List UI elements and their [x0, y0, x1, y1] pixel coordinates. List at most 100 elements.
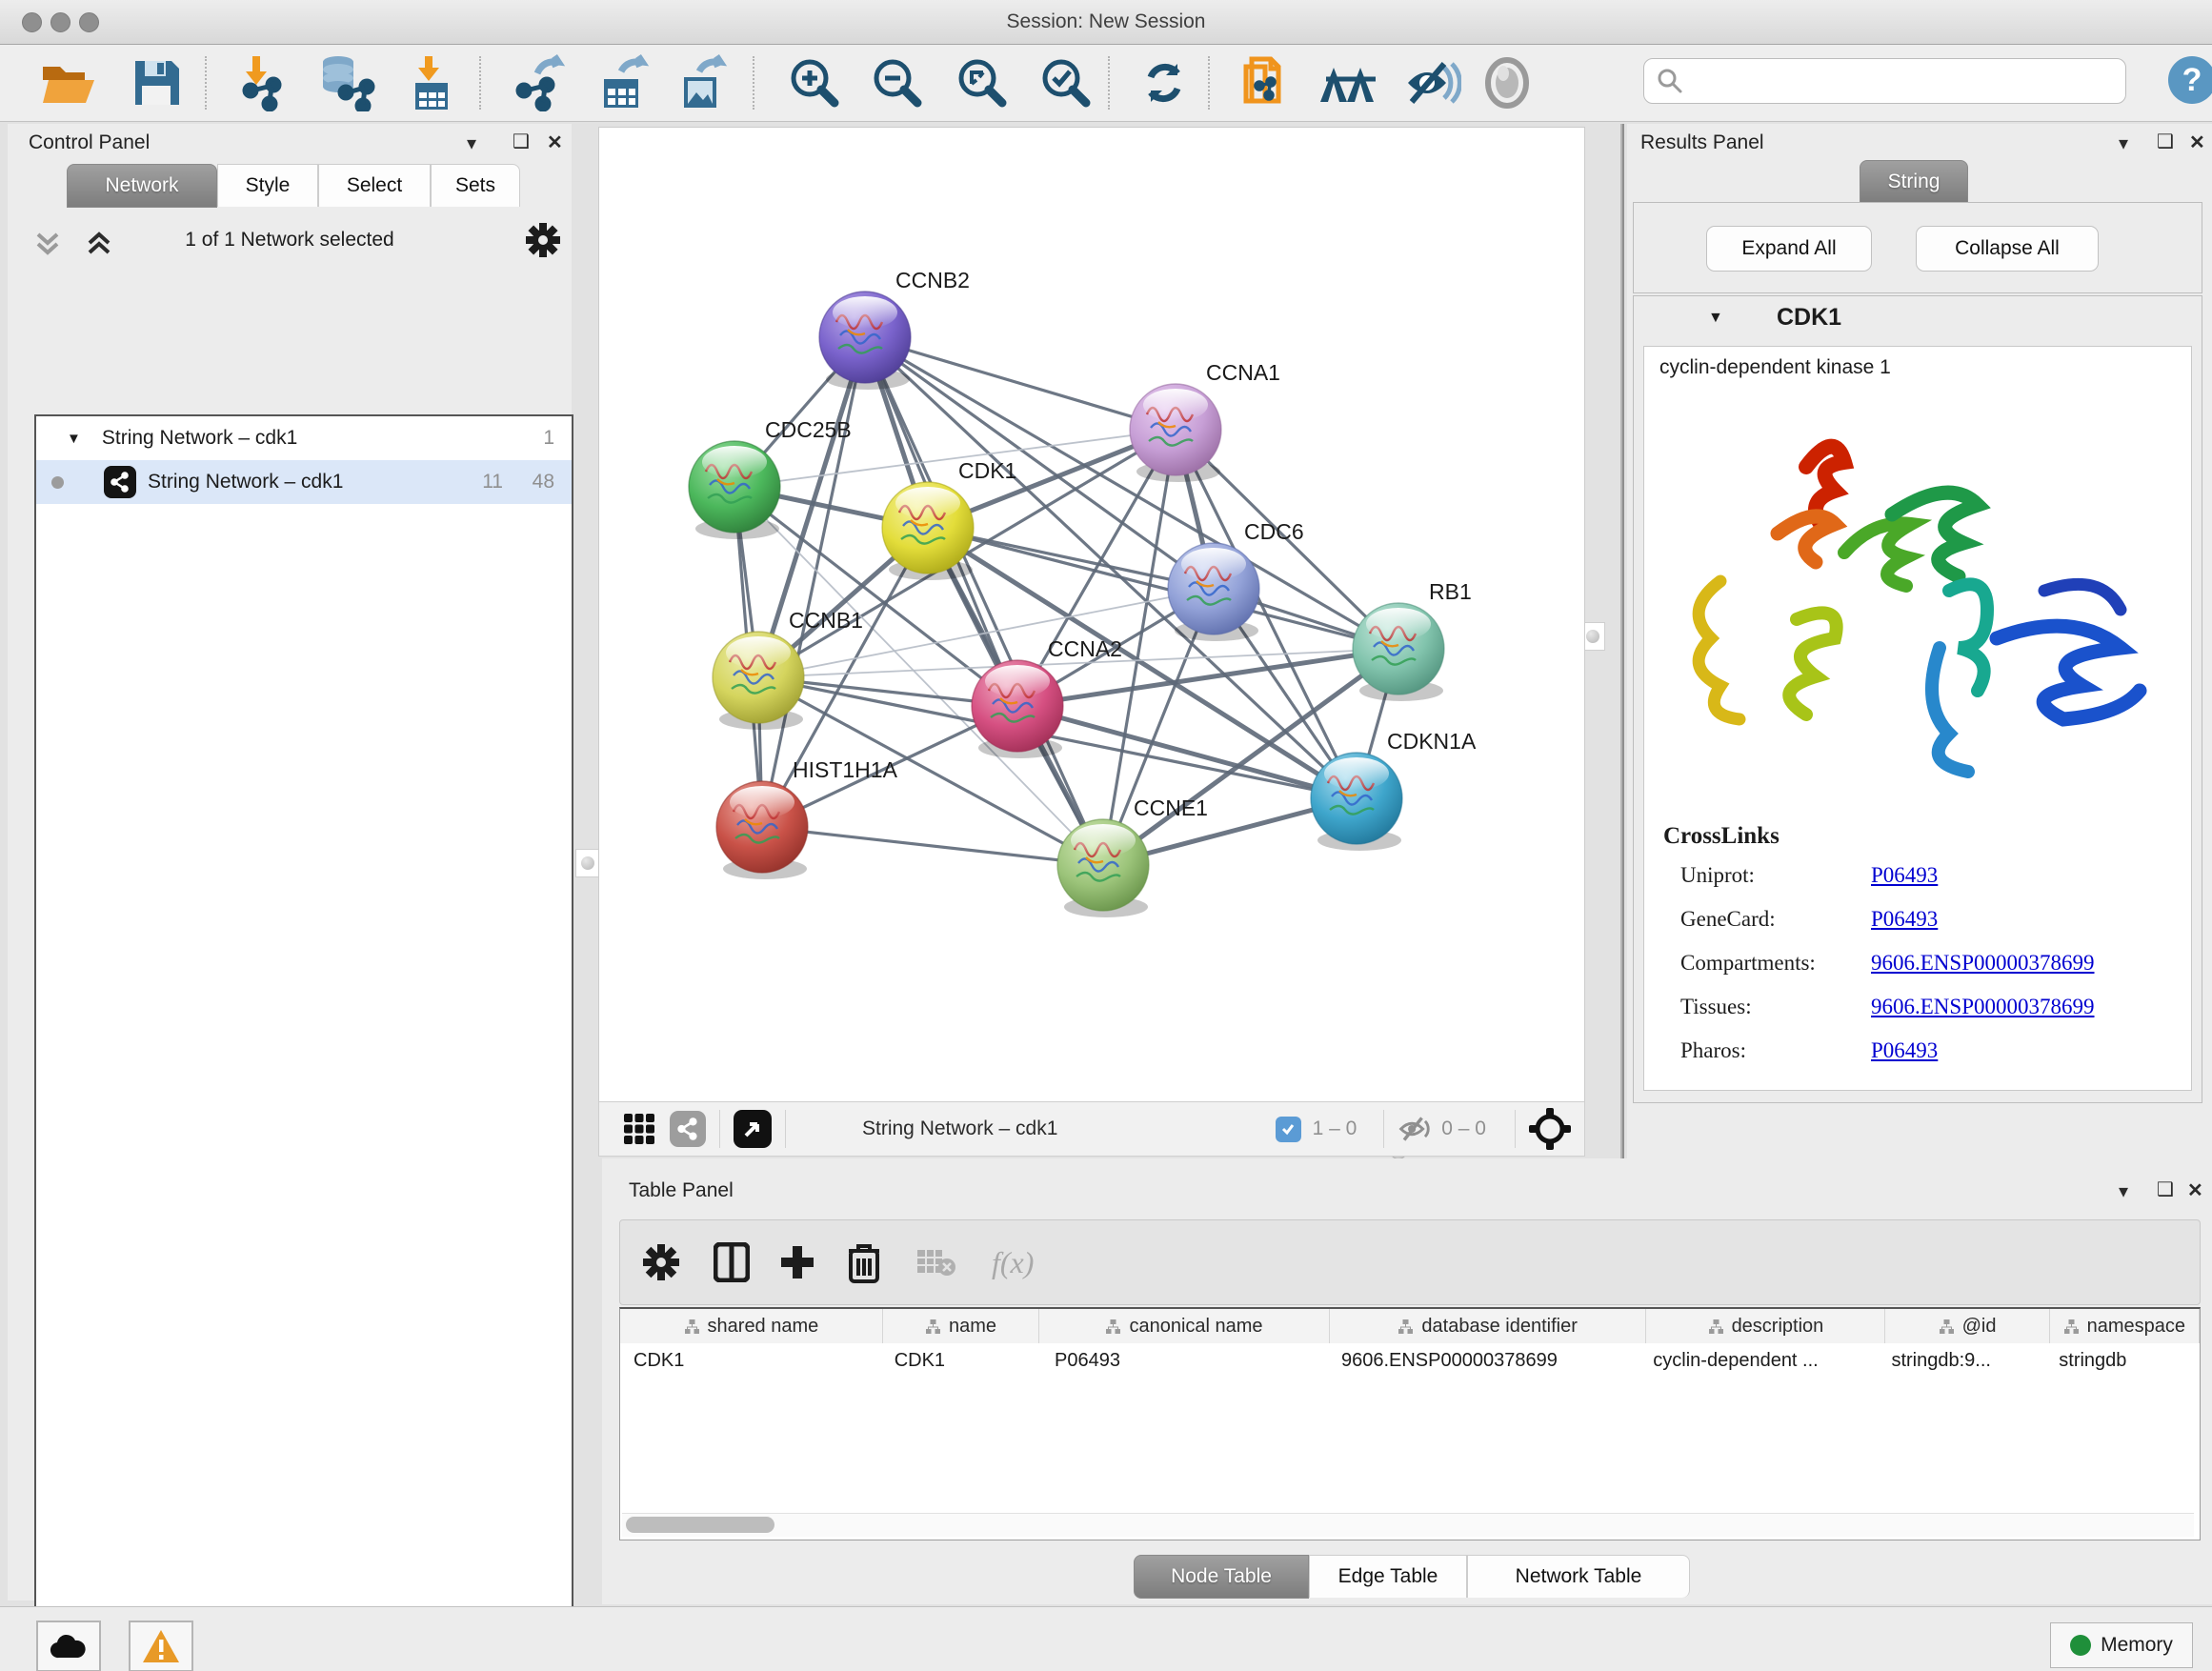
tab-edge-table[interactable]: Edge Table — [1309, 1555, 1467, 1598]
warnings-button[interactable] — [129, 1621, 193, 1671]
grid-view-icon[interactable] — [622, 1112, 656, 1146]
cell-0[interactable]: CDK1 — [620, 1343, 881, 1378]
column-header-2[interactable]: canonical name — [1039, 1309, 1330, 1343]
results-panel-close-icon[interactable]: ✕ — [2189, 131, 2205, 154]
control-panel-close-icon[interactable]: ✕ — [547, 131, 563, 154]
export-network-button[interactable] — [503, 54, 577, 111]
cell-1[interactable]: CDK1 — [881, 1343, 1041, 1378]
control-panel-menu-icon[interactable]: ▾ — [467, 131, 476, 155]
tab-string[interactable]: String — [1860, 160, 1968, 204]
node-CCNA2[interactable] — [972, 660, 1063, 758]
show-graphics-details-button[interactable] — [1311, 54, 1387, 111]
column-header-6[interactable]: namespace — [2050, 1309, 2200, 1343]
birds-eye-view-icon[interactable] — [1529, 1108, 1571, 1150]
clone-network-button[interactable] — [1231, 54, 1301, 111]
node-CCNE1[interactable] — [1057, 819, 1149, 917]
zoom-in-button[interactable] — [777, 54, 852, 111]
fit-selected-button[interactable] — [1029, 54, 1103, 111]
export-table-button[interactable] — [587, 54, 661, 111]
show-columns-icon[interactable] — [714, 1242, 750, 1282]
collapse-triangle-icon[interactable]: ▼ — [67, 431, 81, 447]
table-panel-menu-icon[interactable]: ▾ — [2119, 1179, 2128, 1203]
results-panel-menu-icon[interactable]: ▾ — [2119, 131, 2128, 155]
collapse-triangle-icon[interactable]: ▼ — [1708, 310, 1723, 327]
network-options-gear-icon[interactable] — [524, 221, 562, 259]
network-row-selected[interactable]: String Network – cdk1 11 48 — [36, 460, 572, 504]
node-RB1[interactable] — [1353, 603, 1444, 701]
search-input[interactable] — [1692, 70, 2125, 93]
column-header-4[interactable]: description — [1646, 1309, 1885, 1343]
tab-network[interactable]: Network — [67, 164, 217, 208]
open-session-button[interactable] — [34, 54, 103, 111]
table-options-gear-icon[interactable] — [641, 1242, 681, 1282]
horizontal-scrollbar[interactable] — [622, 1513, 2194, 1537]
edge-HIST1H1A-CCNE1[interactable] — [762, 827, 1103, 865]
node-CDC6[interactable] — [1168, 543, 1259, 641]
string-view-icon[interactable] — [670, 1111, 706, 1147]
network-collection-row[interactable]: ▼ String Network – cdk1 1 — [36, 416, 572, 460]
import-table-button[interactable] — [398, 54, 463, 111]
column-type-icon — [684, 1319, 700, 1335]
save-session-button[interactable] — [126, 54, 187, 111]
crosslink-uniprot-link[interactable]: P06493 — [1871, 863, 1938, 888]
crosslink-compartments-link[interactable]: 9606.ENSP00000378699 — [1871, 951, 2095, 976]
create-column-plus-icon[interactable] — [778, 1243, 816, 1281]
node-CCNA1[interactable] — [1130, 384, 1221, 482]
table-data-row[interactable]: CDK1CDK1P064939606.ENSP00000378699cyclin… — [620, 1343, 2200, 1378]
export-image-button[interactable] — [667, 54, 737, 111]
control-panel-float-icon[interactable]: ❑ — [513, 130, 530, 153]
column-header-0[interactable]: shared name — [620, 1309, 883, 1343]
node-CDC25B[interactable] — [689, 441, 780, 539]
column-header-3[interactable]: database identifier — [1330, 1309, 1647, 1343]
node-HIST1H1A[interactable] — [716, 781, 808, 879]
memory-button[interactable]: Memory — [2050, 1622, 2193, 1668]
network-list: ▼ String Network – cdk1 1 String Network… — [34, 414, 573, 1671]
table-panel-close-icon[interactable]: ✕ — [2187, 1178, 2203, 1202]
detach-view-icon[interactable] — [734, 1110, 772, 1148]
fit-content-button[interactable] — [945, 54, 1019, 111]
crosslink-tissues-link[interactable]: 9606.ENSP00000378699 — [1871, 995, 2095, 1019]
edge-CCNB2-HIST1H1A[interactable] — [762, 337, 865, 827]
show-all-button[interactable] — [1475, 54, 1539, 111]
search-field[interactable] — [1643, 58, 2126, 104]
network-view-canvas[interactable]: CCNB2CCNA1CDC25BCDK1CDC6RB1CCNB1CCNA2CDK… — [598, 127, 1585, 1102]
tab-select[interactable]: Select — [318, 164, 431, 207]
node-CDK1[interactable] — [882, 482, 974, 580]
hide-selected-button[interactable] — [1397, 54, 1467, 111]
column-header-1[interactable]: name — [883, 1309, 1039, 1343]
results-panel-float-icon[interactable]: ❑ — [2157, 130, 2174, 153]
network-graph[interactable]: CCNB2CCNA1CDC25BCDK1CDC6RB1CCNB1CCNA2CDK… — [599, 128, 1584, 1101]
tab-network-table[interactable]: Network Table — [1467, 1555, 1690, 1598]
import-network-button[interactable] — [227, 54, 295, 111]
hidden-items-eye-icon — [1398, 1115, 1432, 1143]
node-CCNB1[interactable] — [713, 632, 804, 730]
left-splitter-handle[interactable] — [575, 849, 600, 877]
table-panel-float-icon[interactable]: ❑ — [2157, 1178, 2174, 1201]
tab-style[interactable]: Style — [217, 164, 318, 207]
refresh-view-button[interactable] — [1130, 54, 1198, 111]
column-header-5[interactable]: @id — [1885, 1309, 2049, 1343]
delete-column-trash-icon[interactable] — [847, 1241, 881, 1283]
crosslink-genecard-link[interactable]: P06493 — [1871, 907, 1938, 932]
cell-6[interactable]: stringdb — [2045, 1343, 2200, 1378]
node-CDKN1A[interactable] — [1311, 753, 1402, 851]
crosslink-pharos-link[interactable]: P06493 — [1871, 1038, 1938, 1063]
edge-CCNB2-CCNE1[interactable] — [865, 337, 1103, 865]
tab-node-table[interactable]: Node Table — [1134, 1555, 1309, 1599]
cell-2[interactable]: P06493 — [1041, 1343, 1328, 1378]
expand-all-button[interactable]: Expand All — [1706, 226, 1872, 272]
cell-3[interactable]: 9606.ENSP00000378699 — [1328, 1343, 1639, 1378]
node-table[interactable]: shared namenamecanonical namedatabase id… — [619, 1307, 2201, 1540]
zoom-out-button[interactable] — [860, 54, 935, 111]
collapse-all-button[interactable]: Collapse All — [1916, 226, 2099, 272]
edge-CCNB2-CCNA1[interactable] — [865, 337, 1176, 430]
node-CCNB2[interactable] — [819, 292, 911, 390]
selected-checkbox-icon[interactable] — [1276, 1117, 1301, 1142]
tab-sets[interactable]: Sets — [431, 164, 520, 207]
cell-4[interactable]: cyclin-dependent ... — [1639, 1343, 1878, 1378]
help-button[interactable]: ? — [2168, 56, 2212, 104]
cell-5[interactable]: stringdb:9... — [1878, 1343, 2045, 1378]
cloud-status-button[interactable] — [36, 1621, 101, 1671]
import-network-database-button[interactable] — [307, 54, 383, 111]
scrollbar-thumb[interactable] — [626, 1517, 774, 1533]
